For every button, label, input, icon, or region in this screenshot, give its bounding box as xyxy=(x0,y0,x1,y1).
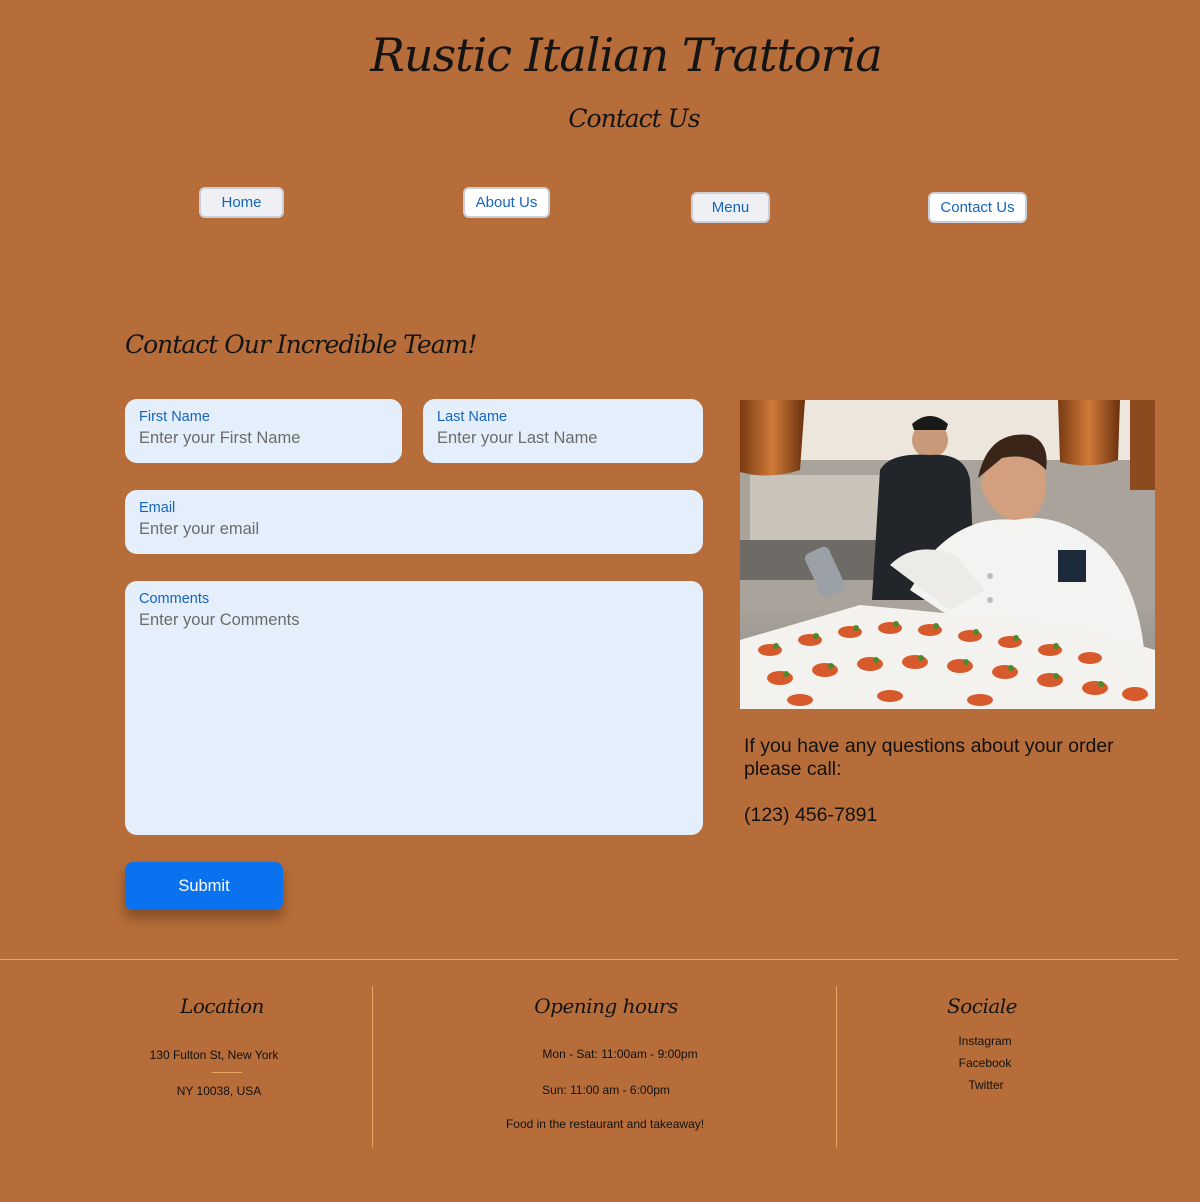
footer-address-line2: NY 10038, USA xyxy=(176,1084,262,1098)
section-heading: Contact Our Incredible Team! xyxy=(125,330,477,359)
email-field: Email xyxy=(125,490,703,554)
last-name-field: Last Name xyxy=(423,399,703,463)
first-name-label: First Name xyxy=(139,409,210,425)
nav-menu-button[interactable]: Menu xyxy=(691,192,770,223)
comments-field: Comments xyxy=(125,581,703,835)
footer-divider-left xyxy=(372,986,373,1148)
footer-location-heading: Location xyxy=(180,994,264,1018)
page-subtitle: Contact Us xyxy=(568,104,700,133)
nav-home-button[interactable]: Home xyxy=(199,187,284,218)
footer-divider-right xyxy=(836,986,837,1148)
submit-button[interactable]: Submit xyxy=(125,862,283,910)
facebook-link[interactable]: Facebook xyxy=(885,1056,1085,1070)
site-title: Rustic Italian Trattoria xyxy=(370,28,883,82)
last-name-label: Last Name xyxy=(437,409,508,425)
email-input[interactable] xyxy=(139,520,689,539)
first-name-field: First Name xyxy=(125,399,402,463)
footer-hours-note: Food in the restaurant and takeaway! xyxy=(505,1117,705,1131)
footer-socials-heading: Sociale xyxy=(947,994,1018,1018)
footer-hours-weekday: Mon - Sat: 11:00am - 9:00pm xyxy=(542,1047,698,1061)
comments-textarea[interactable] xyxy=(139,611,689,801)
first-name-input[interactable] xyxy=(139,429,388,448)
footer-hours-heading: Opening hours xyxy=(534,994,678,1018)
order-phone[interactable]: (123) 456-7891 xyxy=(744,804,877,827)
footer-address-rule xyxy=(212,1072,242,1073)
footer-address-line1: 130 Fulton St, New York xyxy=(149,1048,279,1062)
order-info-text: If you have any questions about your ord… xyxy=(744,735,1114,780)
instagram-link[interactable]: Instagram xyxy=(885,1034,1085,1048)
comments-label: Comments xyxy=(139,591,210,607)
nav-about-button[interactable]: About Us xyxy=(463,187,550,218)
footer-top-rule xyxy=(0,959,1178,960)
email-label: Email xyxy=(139,500,176,516)
last-name-input[interactable] xyxy=(437,429,689,448)
footer-hours-sunday: Sun: 11:00 am - 6:00pm xyxy=(542,1083,670,1097)
twitter-link[interactable]: Twitter xyxy=(886,1078,1086,1092)
chef-photo xyxy=(740,400,1155,709)
nav-contact-button[interactable]: Contact Us xyxy=(928,192,1027,223)
